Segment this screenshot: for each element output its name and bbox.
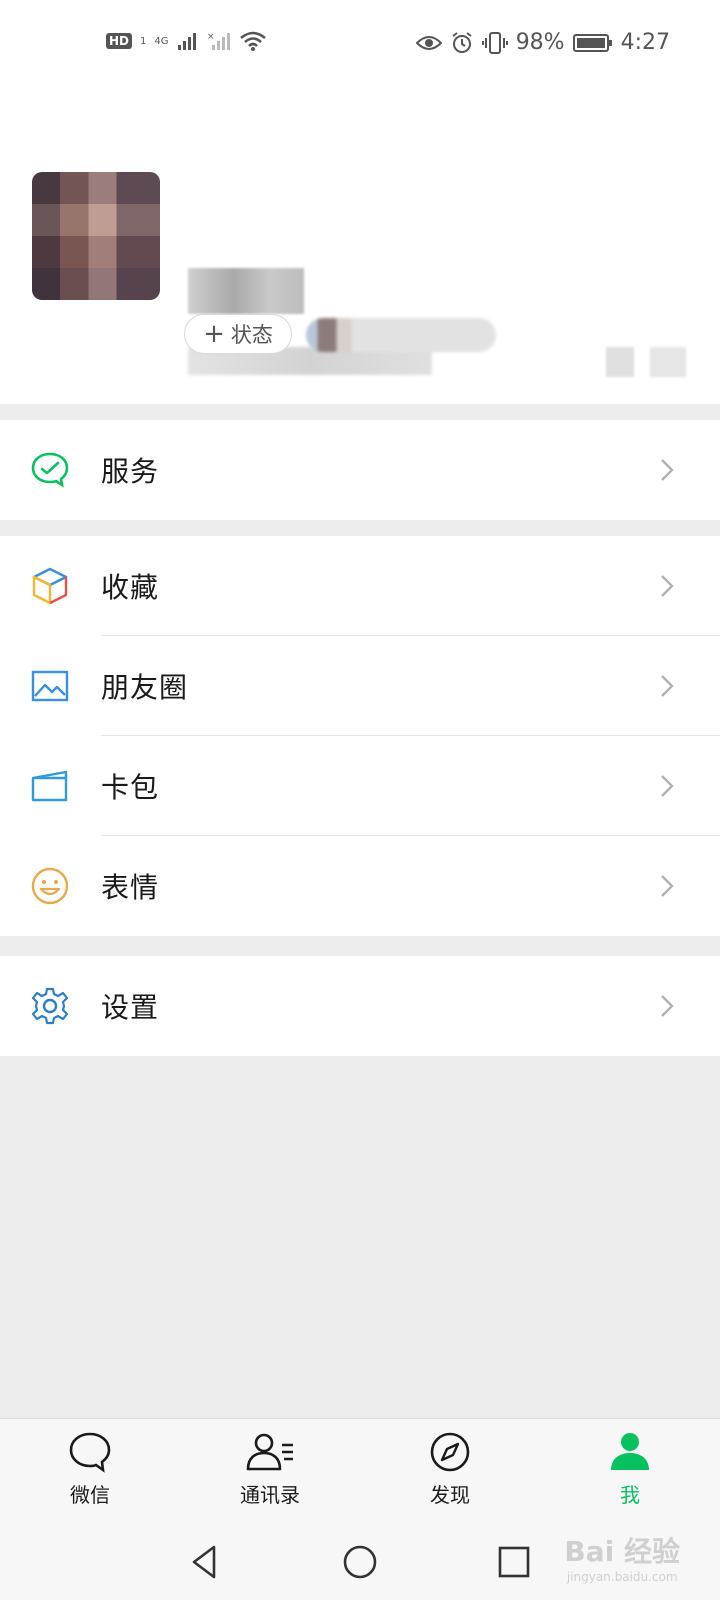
svg-text:×: × — [207, 32, 215, 42]
menu-item-favorites[interactable]: 收藏 — [0, 536, 720, 636]
person-icon — [611, 1433, 649, 1470]
bottom-tab-bar: 微信 通讯录 发现 我 — [0, 1418, 720, 1525]
tab-discover[interactable]: 发现 — [390, 1431, 510, 1508]
service-label: 服务 — [101, 455, 160, 488]
hd-badge: HD — [106, 33, 133, 49]
chevron-right-icon — [661, 575, 674, 597]
menu-item-moments[interactable]: 朋友圈 — [0, 636, 720, 736]
wifi-icon — [239, 31, 266, 51]
moments-label: 朋友圈 — [101, 671, 189, 704]
eye-icon — [415, 35, 442, 50]
cube-icon — [32, 567, 68, 605]
chevron-right-icon — [661, 875, 674, 897]
battery-percent: 98% — [515, 30, 565, 55]
avatar[interactable] — [32, 172, 160, 300]
wallet-icon — [31, 770, 68, 802]
clock: 4:27 — [620, 30, 670, 55]
signal-no-service-icon: × — [207, 32, 230, 50]
baidu-jingyan-watermark: Bai 经验 jingyan.baidu.com — [564, 1530, 680, 1584]
watermark-url: jingyan.baidu.com — [566, 1570, 678, 1584]
service-icon — [31, 452, 69, 488]
settings-label: 设置 — [101, 991, 160, 1024]
status-right-group: 98% 4:27 — [415, 30, 670, 55]
add-status-button[interactable]: + 状态 — [184, 314, 292, 354]
sim-number: 1 — [140, 35, 147, 47]
settings-section: 设置 — [0, 956, 720, 1056]
menu-item-service[interactable]: 服务 — [0, 420, 720, 520]
tab-contacts[interactable]: 通讯录 — [210, 1431, 330, 1508]
watermark-brand: Bai 经验 — [564, 1535, 680, 1568]
alarm-icon — [452, 31, 472, 53]
compass-icon — [430, 1432, 470, 1472]
smiley-icon — [31, 867, 69, 905]
recents-square-icon[interactable] — [494, 1542, 534, 1582]
qr-code-redacted[interactable] — [606, 347, 686, 377]
chevron-right-icon — [661, 995, 674, 1017]
gear-icon — [31, 987, 69, 1025]
tab-chats[interactable]: 微信 — [30, 1431, 150, 1508]
chevron-right-icon — [661, 675, 674, 697]
favorites-label: 收藏 — [101, 571, 160, 604]
battery-icon — [572, 33, 612, 52]
features-section: 收藏 朋友圈 卡包 表情 — [0, 536, 720, 936]
menu-item-stickers[interactable]: 表情 — [0, 836, 720, 936]
stickers-label: 表情 — [101, 871, 160, 904]
friend-status-redacted[interactable] — [306, 318, 496, 352]
network-type: 4G — [154, 35, 169, 47]
tab-discover-label: 发现 — [430, 1483, 470, 1507]
tab-contacts-label: 通讯录 — [240, 1483, 300, 1507]
cards-label: 卡包 — [101, 771, 160, 804]
vibrate-icon — [481, 31, 508, 54]
menu-item-settings[interactable]: 设置 — [0, 956, 720, 1056]
chevron-right-icon — [661, 459, 674, 481]
home-circle-icon[interactable] — [340, 1542, 380, 1582]
chevron-right-icon — [661, 775, 674, 797]
status-bar: HD 1 4G × 98% 4:27 — [0, 0, 720, 92]
menu-item-cards[interactable]: 卡包 — [0, 736, 720, 836]
signal-icon — [177, 33, 196, 50]
tab-me-label: 我 — [620, 1483, 640, 1507]
contacts-icon — [246, 1433, 293, 1471]
chat-bubble-icon — [69, 1432, 111, 1473]
picture-icon — [31, 670, 69, 702]
profile-header[interactable]: + 状态 — [0, 92, 720, 404]
tab-chats-label: 微信 — [70, 1483, 110, 1507]
status-left-group: HD 1 4G × — [106, 30, 267, 52]
service-section: 服务 — [0, 420, 720, 520]
add-status-label: 状态 — [230, 323, 273, 347]
nickname-redacted — [188, 268, 304, 314]
plus-icon: + — [203, 319, 225, 349]
tab-me[interactable]: 我 — [570, 1431, 690, 1508]
back-triangle-icon[interactable] — [186, 1542, 226, 1582]
